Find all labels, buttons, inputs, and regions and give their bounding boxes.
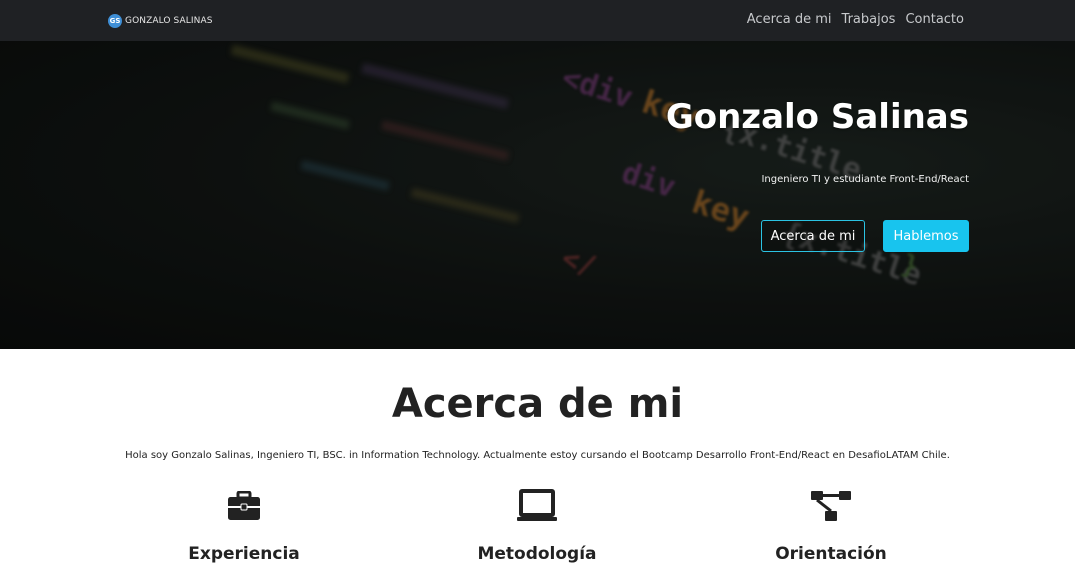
feature-label-orientacion: Orientación: [775, 544, 887, 564]
code-background-image: <div key {x.title div key {x.title } </: [0, 41, 1075, 349]
brand-link[interactable]: GS GONZALO SALINAS: [108, 13, 213, 29]
feature-label-experiencia: Experiencia: [188, 544, 300, 564]
nav-link-contacto[interactable]: Contacto: [905, 12, 964, 27]
hero-subtitle: Ingeniero TI y estudiante Front-End/Reac…: [761, 174, 969, 185]
navbar: GS GONZALO SALINAS Acerca de mi Trabajos…: [0, 0, 1075, 41]
briefcase-icon: [228, 491, 260, 520]
feature-label-metodologia: Metodología: [477, 544, 597, 564]
hablemos-button[interactable]: Hablemos: [883, 220, 969, 252]
laptop-icon: [517, 489, 557, 521]
hero-section: <div key {x.title div key {x.title } </ …: [0, 41, 1075, 349]
nav-link-trabajos[interactable]: Trabajos: [842, 12, 896, 27]
feature-orientacion: Orientación: [731, 488, 931, 564]
brand-name: GONZALO SALINAS: [125, 16, 213, 26]
feature-metodologia: Metodología: [437, 488, 637, 564]
feature-experiencia: Experiencia: [144, 488, 344, 564]
sitemap-icon: [811, 491, 851, 521]
hero-title: Gonzalo Salinas: [665, 97, 969, 137]
acerca-button[interactable]: Acerca de mi: [761, 220, 865, 252]
about-title: Acerca de mi: [391, 381, 684, 427]
brand-logo-icon: GS: [108, 14, 122, 28]
nav-link-acerca[interactable]: Acerca de mi: [747, 12, 832, 27]
about-text: Hola soy Gonzalo Salinas, Ingeniero TI, …: [125, 450, 950, 461]
nav-menu: Acerca de mi Trabajos Contacto: [747, 12, 964, 27]
